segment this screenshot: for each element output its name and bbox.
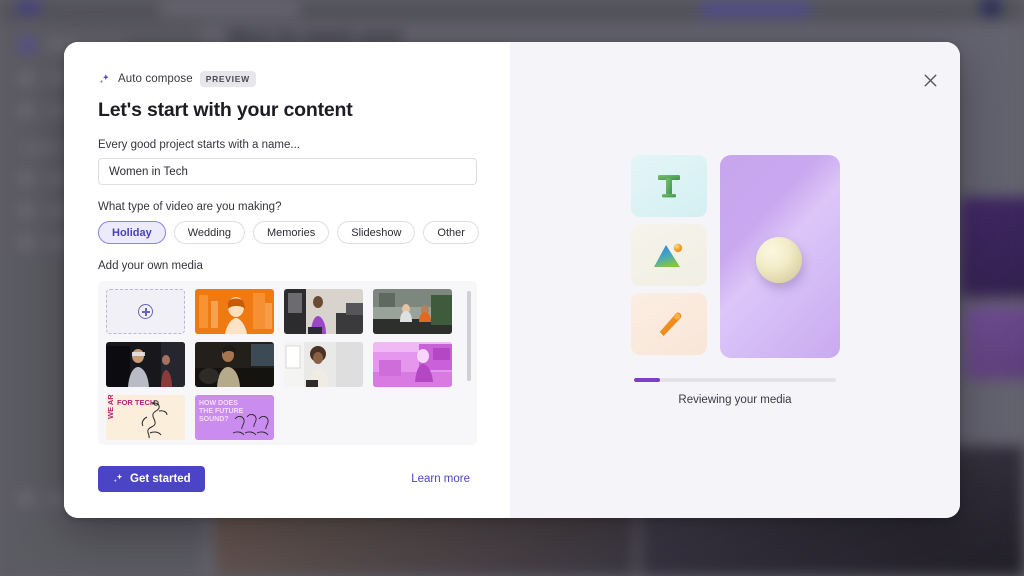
- progress-status: Reviewing your media: [678, 393, 792, 406]
- media-panel: WE ARE MAD FOR TECH HOW DOES THE FUTURE …: [98, 281, 477, 445]
- chip-slideshow[interactable]: Slideshow: [337, 221, 416, 244]
- close-icon: [923, 73, 938, 88]
- modal-eyebrow: Auto compose PREVIEW: [98, 70, 476, 88]
- video-type-chip-group: Holiday Wedding Memories Slideshow Other: [98, 221, 479, 244]
- sparkle-icon: [98, 73, 111, 86]
- sphere-icon: [755, 237, 802, 283]
- auto-compose-label: Auto compose: [118, 73, 193, 85]
- auto-compose-modal: Auto compose PREVIEW Let's start with yo…: [64, 42, 960, 518]
- progress-track: [634, 378, 836, 382]
- media-thumbnail[interactable]: [284, 289, 363, 334]
- progress-section: Reviewing your media: [634, 378, 836, 406]
- chip-holiday[interactable]: Holiday: [98, 221, 166, 244]
- modal-footer: Get started Learn more: [98, 466, 476, 492]
- project-name-input[interactable]: [98, 158, 477, 185]
- svg-text:HOW DOES: HOW DOES: [199, 400, 238, 407]
- video-type-label: What type of video are you making?: [98, 201, 282, 213]
- close-button[interactable]: [918, 68, 942, 92]
- media-thumbnail[interactable]: [373, 289, 452, 334]
- modal-right-pane: Reviewing your media: [510, 42, 960, 518]
- media-thumbnail[interactable]: HOW DOES THE FUTURE SOUND?: [195, 395, 274, 440]
- media-thumbnail[interactable]: [373, 342, 452, 387]
- svg-text:THE FUTURE: THE FUTURE: [199, 408, 244, 415]
- image-tool-card: [630, 224, 707, 286]
- get-started-button[interactable]: Get started: [98, 466, 205, 492]
- media-thumbnail[interactable]: WE ARE MAD FOR TECH: [106, 395, 185, 440]
- preview-tool-cards: [630, 155, 707, 355]
- svg-text:WE ARE MAD: WE ARE MAD: [106, 395, 115, 419]
- image-mountain-icon: [652, 240, 686, 270]
- page-title: Let's start with your content: [98, 99, 353, 121]
- media-thumbnail[interactable]: [195, 342, 274, 387]
- modal-left-pane: Auto compose PREVIEW Let's start with yo…: [64, 42, 510, 518]
- sparkle-icon: [112, 473, 124, 485]
- preview-stage: Reviewing your media: [510, 155, 960, 406]
- media-thumbnail[interactable]: [195, 289, 274, 334]
- chip-memories[interactable]: Memories: [252, 221, 330, 244]
- add-media-tile[interactable]: [106, 289, 185, 334]
- draw-tool-card: [630, 293, 707, 355]
- media-thumbnail[interactable]: [284, 342, 363, 387]
- chip-wedding[interactable]: Wedding: [173, 221, 245, 244]
- media-grid: WE ARE MAD FOR TECH HOW DOES THE FUTURE …: [106, 289, 469, 440]
- preview-badge: PREVIEW: [199, 71, 256, 87]
- media-thumbnail[interactable]: [106, 342, 185, 387]
- pencil-icon: [652, 307, 686, 341]
- svg-text:FOR TECH: FOR TECH: [117, 398, 155, 407]
- media-scrollbar[interactable]: [467, 291, 471, 381]
- preview-cards-row: [630, 155, 840, 358]
- text-tool-card: [630, 155, 707, 217]
- progress-fill: [634, 378, 661, 382]
- get-started-label: Get started: [130, 473, 191, 485]
- project-name-label: Every good project starts with a name...: [98, 139, 300, 151]
- plus-circle-icon: [138, 304, 153, 319]
- hero-sphere-card: [719, 155, 840, 358]
- svg-text:SOUND?: SOUND?: [199, 416, 229, 423]
- add-media-label: Add your own media: [98, 260, 203, 272]
- chip-other[interactable]: Other: [423, 221, 479, 244]
- learn-more-link[interactable]: Learn more: [411, 473, 470, 485]
- text-T-icon: [653, 170, 685, 202]
